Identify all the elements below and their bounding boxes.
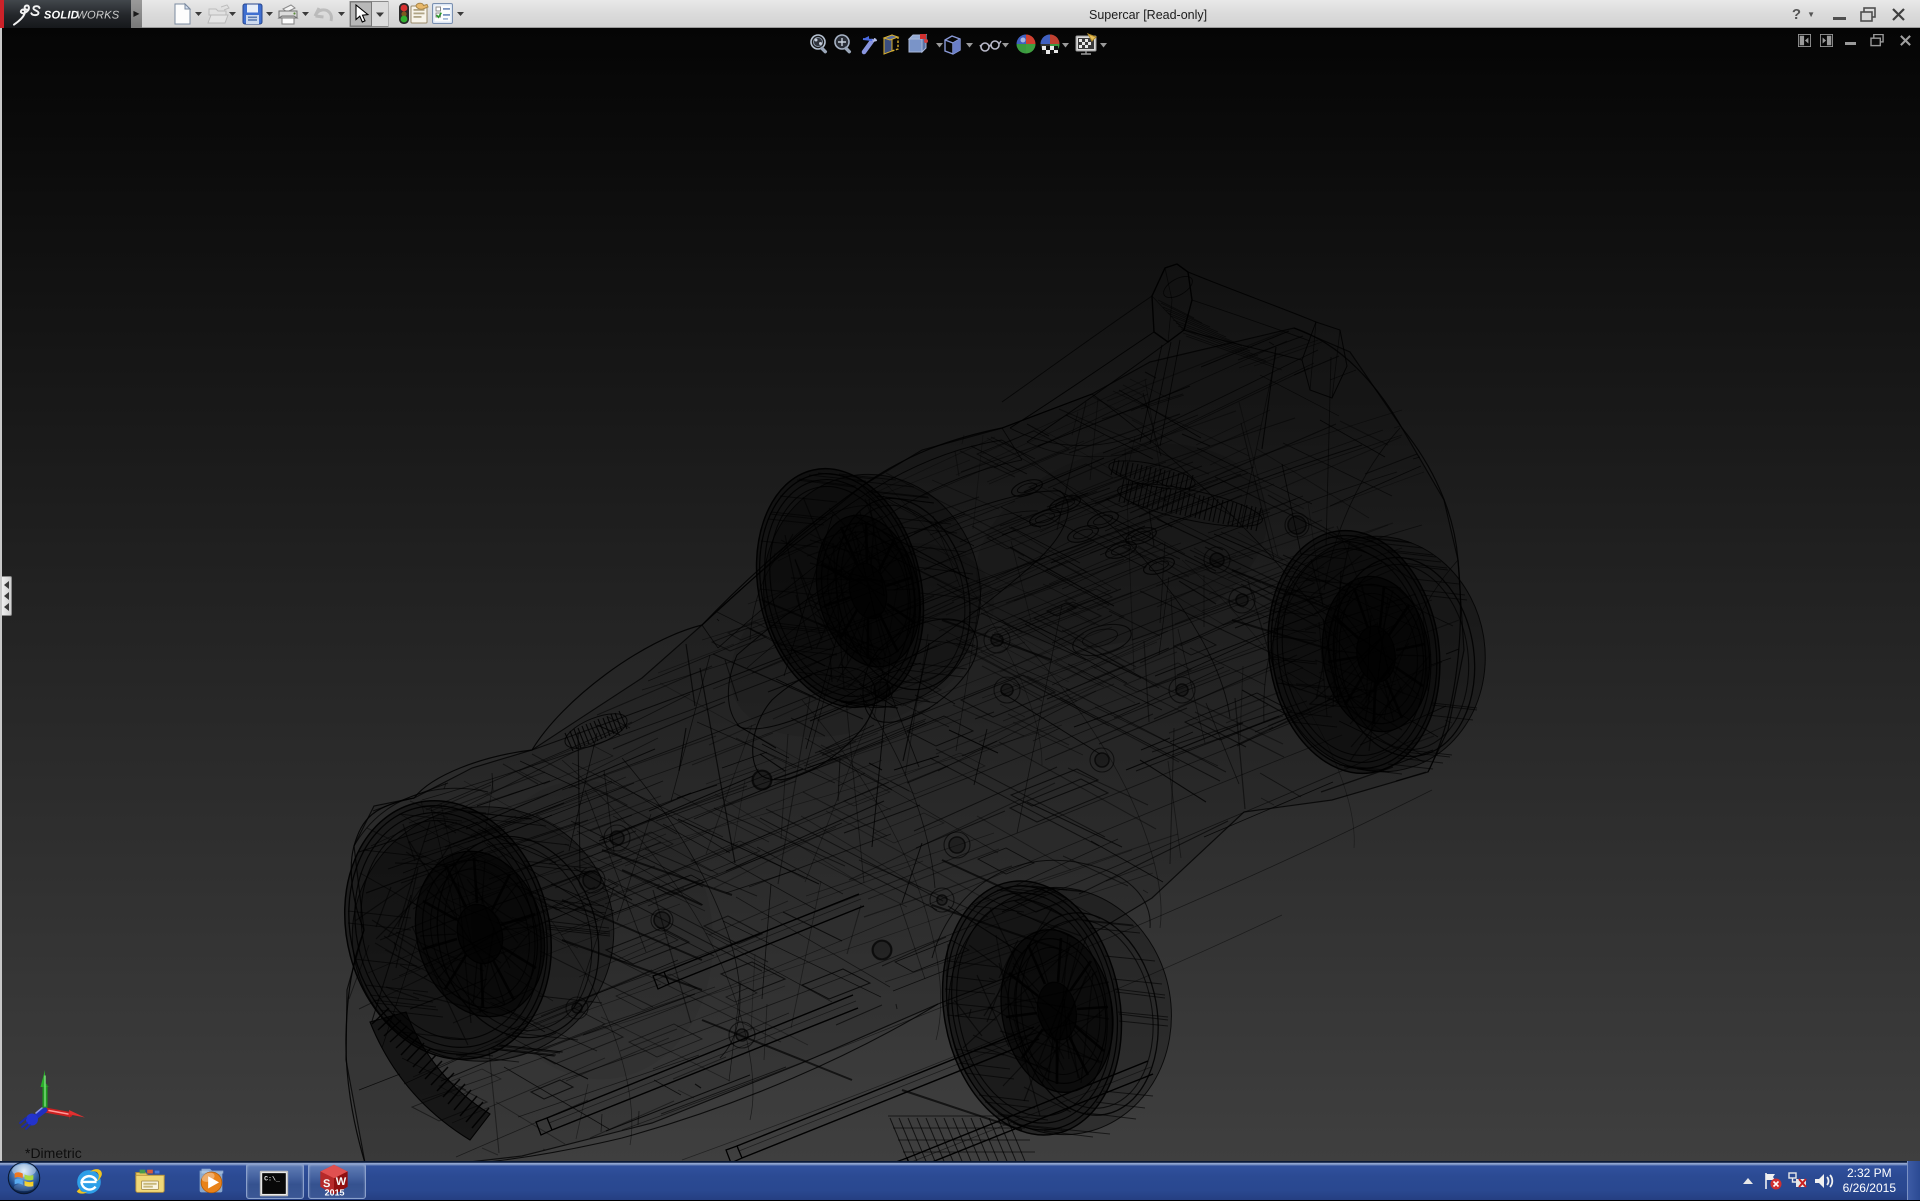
svg-text:2015: 2015 bbox=[325, 1188, 345, 1197]
svg-text:C:\_: C:\_ bbox=[264, 1175, 280, 1183]
svg-text:SOLID: SOLID bbox=[44, 10, 79, 22]
svg-text:W: W bbox=[336, 1175, 347, 1188]
svg-text:WORKS: WORKS bbox=[76, 10, 119, 22]
